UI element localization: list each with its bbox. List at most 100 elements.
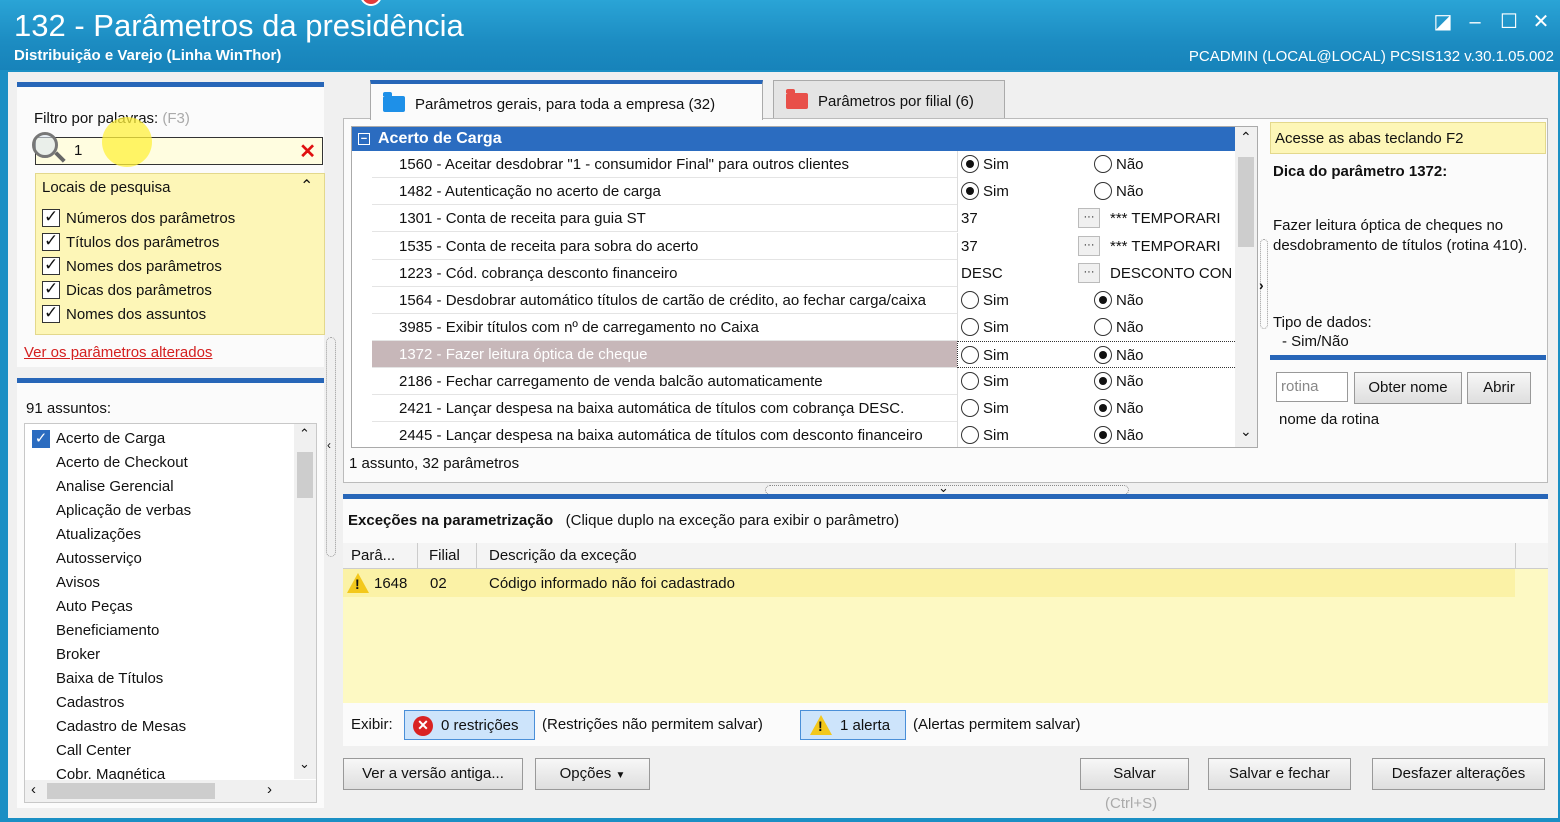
param-value-cell[interactable]: 37 ··· *** TEMPORARI [957, 233, 1237, 260]
list-item[interactable]: Avisos [56, 574, 100, 591]
chevron-left-icon[interactable]: ‹ [31, 781, 36, 798]
list-item[interactable]: Broker [56, 646, 100, 663]
table-row[interactable]: 1560 - Aceitar desdobrar "1 - consumidor… [372, 151, 1237, 178]
list-item[interactable]: Acerto de Carga [56, 430, 165, 447]
collapse-group-icon[interactable]: − [358, 133, 370, 145]
radio-nao[interactable] [1094, 346, 1112, 364]
exceptions-table[interactable]: Parâ... Filial Descrição da exceção 1648… [343, 543, 1548, 703]
radio-sim[interactable] [961, 399, 979, 417]
column-header[interactable]: Filial [429, 547, 460, 564]
radio-sim[interactable] [961, 182, 979, 200]
rotina-input[interactable]: rotina [1276, 372, 1348, 402]
radio-sim[interactable] [961, 426, 979, 444]
table-row[interactable]: 3985 - Exibir títulos com nº de carregam… [372, 314, 1237, 341]
radio-nao[interactable] [1094, 372, 1112, 390]
table-row[interactable]: 2421 - Lançar despesa na baixa automátic… [372, 395, 1237, 422]
clear-icon[interactable]: ✕ [299, 139, 316, 164]
table-row[interactable]: 2186 - Fechar carregamento de venda balc… [372, 368, 1237, 395]
param-value-cell[interactable]: Sim Não [957, 314, 1237, 341]
param-value-cell[interactable]: DESC ··· DESCONTO CON [957, 260, 1237, 287]
radio-nao[interactable] [1094, 291, 1112, 309]
changed-params-link[interactable]: Ver os parâmetros alterados [24, 344, 212, 361]
param-value-cell[interactable]: Sim Não [957, 422, 1237, 447]
opcoes-button[interactable]: Opções ▼ [535, 758, 650, 790]
table-row[interactable]: 1648 02 Código informado não foi cadastr… [343, 569, 1515, 597]
radio-sim[interactable] [961, 346, 979, 364]
list-item[interactable]: Cadastros [56, 694, 124, 711]
subjects-list[interactable]: ✓ Acerto de Carga Acerto de Checkout Ana… [24, 423, 317, 803]
ellipsis-icon[interactable]: ··· [1078, 263, 1100, 283]
table-row[interactable]: 1301 - Conta de receita para guia ST 37 ··… [372, 205, 1237, 232]
table-row[interactable]: 1372 - Fazer leitura óptica de cheque Sim… [372, 341, 1237, 368]
alertas-toggle[interactable]: 1 alerta [800, 710, 906, 740]
minimize-icon[interactable]: – [1462, 10, 1488, 34]
save-button[interactable]: Salvar [1080, 758, 1189, 790]
list-item[interactable]: Autosserviço [56, 550, 142, 567]
chevron-up-icon[interactable]: ⌃ [1240, 129, 1252, 146]
undo-changes-button[interactable]: Desfazer alterações [1372, 758, 1545, 790]
radio-sim[interactable] [961, 318, 979, 336]
subjects-vscroll[interactable]: ⌃ ⌄ [294, 424, 316, 779]
scroll-thumb[interactable] [47, 783, 215, 799]
list-item[interactable]: Acerto de Checkout [56, 454, 188, 471]
param-value-cell[interactable]: Sim Não [957, 341, 1237, 368]
restore-icon[interactable]: ◪ [1430, 10, 1456, 34]
param-value-cell[interactable]: Sim Não [957, 368, 1237, 395]
param-value-cell[interactable]: Sim Não [957, 287, 1237, 314]
chevron-up-icon[interactable]: ⌃ [299, 426, 310, 442]
list-item[interactable]: Atualizações [56, 526, 141, 543]
chevron-left-icon[interactable]: ‹ [327, 438, 331, 452]
list-item[interactable]: Call Center [56, 742, 131, 759]
left-splitter[interactable]: ‹ [326, 337, 336, 557]
radio-sim[interactable] [961, 155, 979, 173]
close-icon[interactable]: ✕ [1528, 10, 1554, 34]
param-value-cell[interactable]: 37 ··· *** TEMPORARI [957, 205, 1237, 232]
radio-sim[interactable] [961, 291, 979, 309]
chevron-right-icon[interactable]: › [267, 781, 272, 798]
group-header[interactable]: − Acerto de Carga [352, 127, 1237, 151]
ellipsis-icon[interactable]: ··· [1078, 236, 1100, 256]
table-row[interactable]: 2445 - Lançar despesa na baixa automátic… [372, 422, 1237, 447]
obter-nome-button[interactable]: Obter nome [1354, 372, 1462, 404]
checkbox-numeros[interactable] [42, 207, 60, 227]
ellipsis-icon[interactable]: ··· [1078, 208, 1100, 228]
radio-nao[interactable] [1094, 155, 1112, 173]
restricoes-toggle[interactable]: ✕ 0 restrições [404, 710, 535, 740]
radio-nao[interactable] [1094, 399, 1112, 417]
chevron-down-icon[interactable]: ⌄ [1240, 423, 1252, 440]
checkbox-dicas[interactable] [42, 279, 60, 299]
column-header[interactable]: Parâ... [351, 547, 395, 564]
save-and-close-button[interactable]: Salvar e fechar [1208, 758, 1351, 790]
param-value-cell[interactable]: Sim Não [957, 178, 1237, 205]
collapse-icon[interactable]: ⌃ [300, 176, 313, 196]
list-item[interactable]: Baixa de Títulos [56, 670, 163, 687]
param-value-cell[interactable]: Sim Não [957, 151, 1237, 178]
table-row[interactable]: 1564 - Desdobrar automático títulos de c… [372, 287, 1237, 314]
checkbox-nomes[interactable] [42, 255, 60, 275]
filter-input[interactable]: 1 ✕ [32, 132, 323, 165]
chevron-right-icon[interactable]: › [1259, 277, 1264, 293]
column-header[interactable]: Descrição da exceção [489, 547, 637, 564]
maximize-icon[interactable]: ☐ [1496, 10, 1522, 34]
table-row[interactable]: 1535 - Conta de receita para sobra do ac… [372, 233, 1237, 260]
list-item[interactable]: Auto Peças [56, 598, 133, 615]
param-value-cell[interactable]: Sim Não [957, 395, 1237, 422]
list-item[interactable]: Aplicação de verbas [56, 502, 191, 519]
radio-nao[interactable] [1094, 182, 1112, 200]
subjects-hscroll[interactable]: ‹ › [25, 780, 316, 802]
radio-sim[interactable] [961, 372, 979, 390]
abrir-button[interactable]: Abrir [1467, 372, 1531, 404]
radio-nao[interactable] [1094, 318, 1112, 336]
scroll-thumb[interactable] [297, 452, 313, 498]
grid-vscroll[interactable]: ⌃ ⌄ [1235, 127, 1257, 447]
chevron-down-icon[interactable]: ⌄ [299, 756, 310, 772]
list-item[interactable]: Analise Gerencial [56, 478, 174, 495]
scroll-thumb[interactable] [1238, 157, 1254, 247]
table-row[interactable]: 1482 - Autenticação no acerto de carga Si… [372, 178, 1237, 205]
tab-parametros-filial[interactable]: Parâmetros por filial (6) [773, 80, 1005, 120]
checkbox-acerto-carga[interactable]: ✓ [32, 430, 50, 448]
list-item[interactable]: Cadastro de Mesas [56, 718, 186, 735]
checkbox-titulos[interactable] [42, 231, 60, 251]
parameters-grid[interactable]: − Acerto de Carga 1560 - Aceitar desdobr… [351, 126, 1258, 448]
list-item[interactable]: Beneficiamento [56, 622, 159, 639]
